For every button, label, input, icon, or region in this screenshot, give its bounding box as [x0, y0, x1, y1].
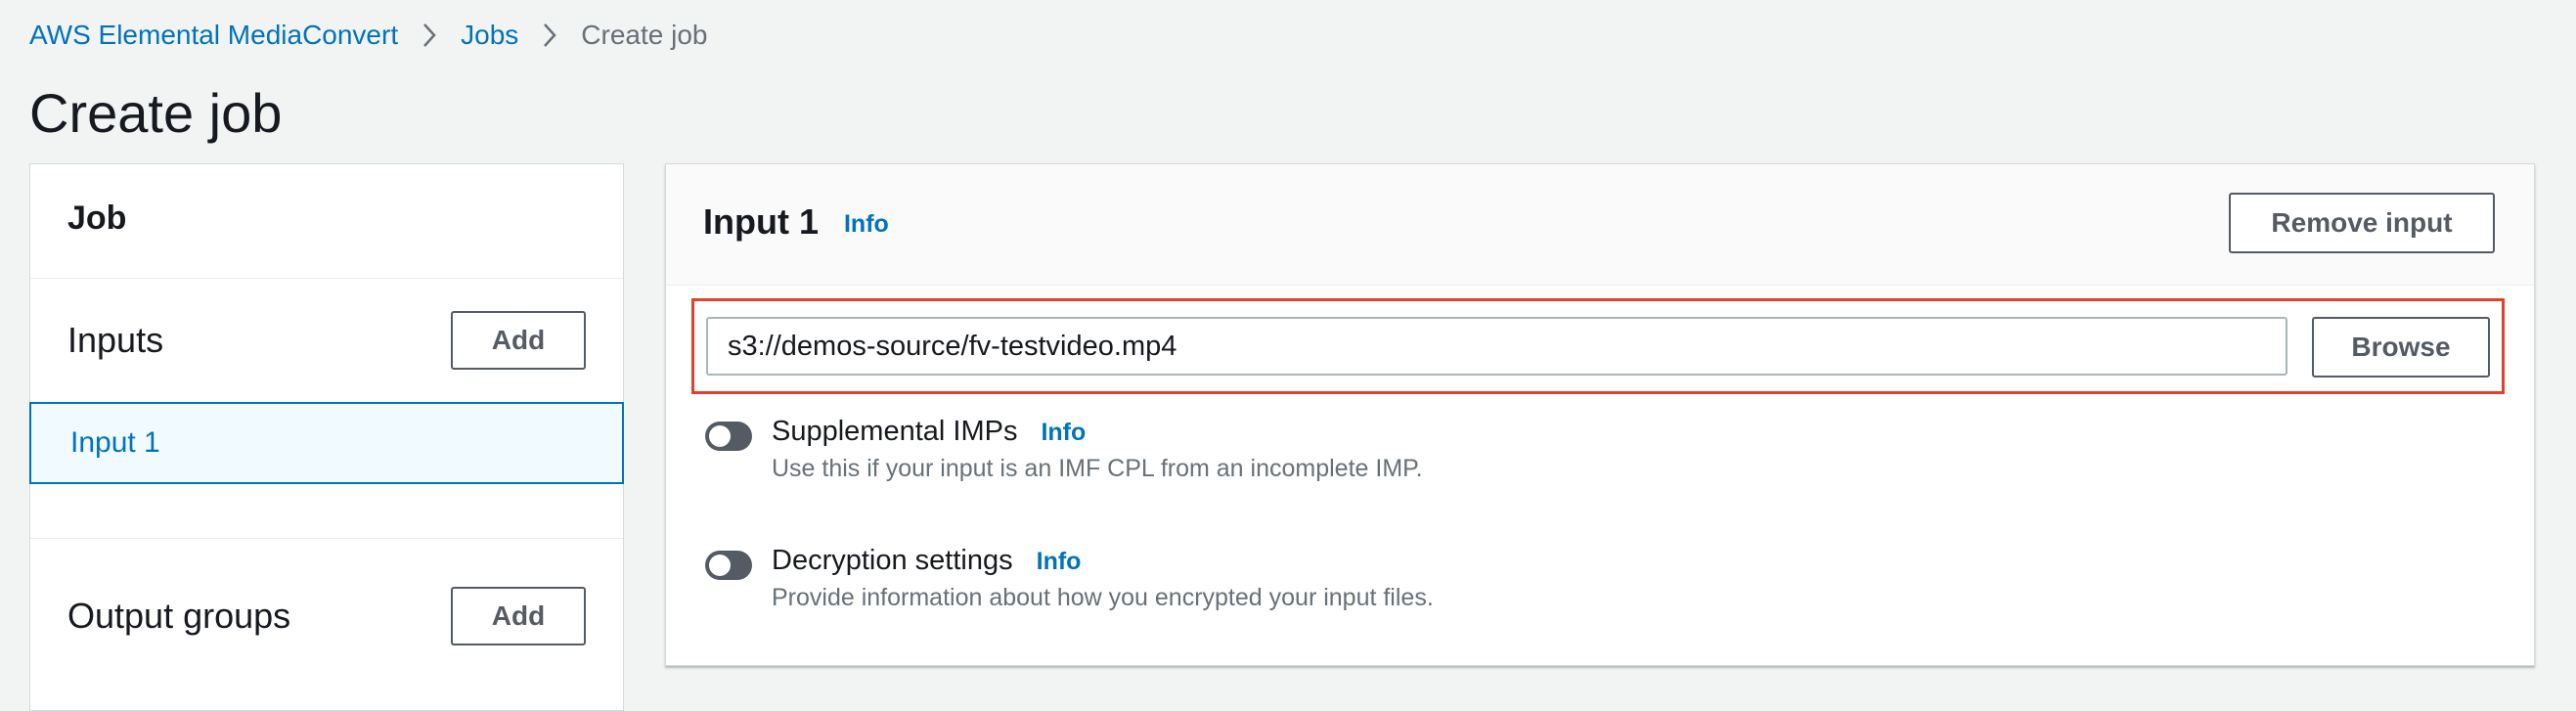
- input-settings-panel: Input 1 Info Remove input s3://demos-sour…: [665, 163, 2535, 666]
- decryption-settings-label-row: Decryption settings Info: [772, 545, 1081, 577]
- input-panel-header: Input 1 Info Remove input: [666, 164, 2534, 286]
- supplemental-imps-toggle[interactable]: [705, 422, 752, 451]
- page-title: Create job: [29, 82, 283, 144]
- add-input-button[interactable]: Add: [451, 311, 586, 370]
- supplemental-imps-label: Supplemental IMPs: [772, 416, 1018, 447]
- job-navigation-panel: Job Inputs Add Input 1 Output groups Add: [29, 163, 624, 711]
- toggle-knob: [709, 425, 731, 447]
- supplemental-imps-description: Use this if your input is an IMF CPL fro…: [772, 455, 1423, 482]
- input-panel-title: Input 1 Info: [703, 201, 889, 243]
- browse-button[interactable]: Browse: [2312, 317, 2490, 378]
- chevron-right-icon: [422, 22, 437, 49]
- chevron-right-icon: [542, 22, 557, 49]
- input-file-path-field[interactable]: s3://demos-source/fv-testvideo.mp4: [706, 317, 2287, 376]
- supplemental-imps-info-link[interactable]: Info: [1041, 419, 1086, 446]
- section-divider: [30, 484, 623, 539]
- input-list-item-selected[interactable]: Input 1: [29, 402, 624, 484]
- job-panel-header: Job: [30, 164, 623, 279]
- inputs-section-header: Inputs Add: [30, 279, 623, 402]
- remove-input-button[interactable]: Remove input: [2229, 193, 2495, 253]
- output-groups-label: Output groups: [67, 595, 291, 636]
- decryption-settings-info-link[interactable]: Info: [1037, 548, 1082, 575]
- breadcrumb: AWS Elemental MediaConvert Jobs Create j…: [29, 18, 707, 53]
- inputs-label: Inputs: [67, 320, 164, 360]
- output-groups-section-header: Output groups Add: [30, 539, 623, 692]
- breadcrumb-link-jobs[interactable]: Jobs: [461, 18, 518, 53]
- decryption-settings-toggle[interactable]: [705, 551, 752, 580]
- toggle-knob: [709, 555, 731, 576]
- input-title-text: Input 1: [703, 201, 819, 242]
- breadcrumb-link-mediaconvert[interactable]: AWS Elemental MediaConvert: [29, 18, 398, 53]
- supplemental-imps-label-row: Supplemental IMPs Info: [772, 416, 1086, 448]
- job-panel-title: Job: [67, 199, 127, 237]
- breadcrumb-current: Create job: [581, 20, 708, 50]
- add-output-group-button[interactable]: Add: [451, 586, 586, 645]
- input-info-link[interactable]: Info: [844, 210, 889, 238]
- decryption-settings-label: Decryption settings: [772, 545, 1013, 576]
- decryption-settings-description: Provide information about how you encryp…: [772, 584, 1434, 611]
